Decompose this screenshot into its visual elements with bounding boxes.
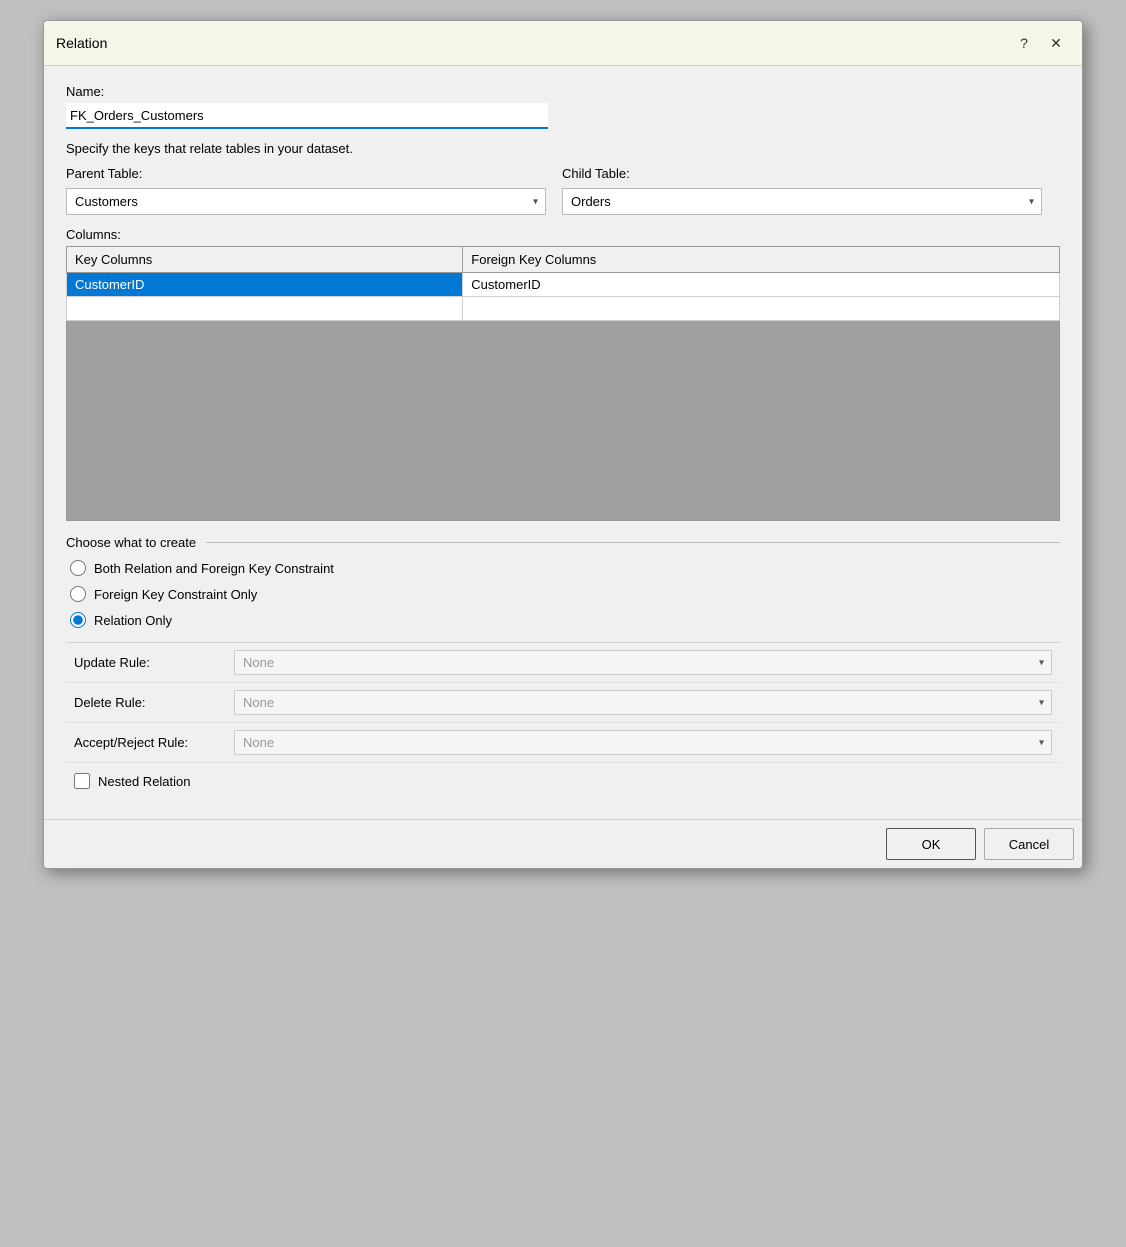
button-row: OK Cancel xyxy=(44,819,1082,868)
child-table-select[interactable]: Orders xyxy=(562,188,1042,215)
radio-fk-only[interactable]: Foreign Key Constraint Only xyxy=(70,586,1060,602)
title-bar: Relation ? ✕ xyxy=(44,21,1082,66)
key-column-cell: CustomerID xyxy=(67,273,463,297)
fk-column-cell: CustomerID xyxy=(463,273,1060,297)
col-header-fk: Foreign Key Columns xyxy=(463,247,1060,273)
columns-table: Key Columns Foreign Key Columns Customer… xyxy=(66,246,1060,321)
subtitle-text: Specify the keys that relate tables in y… xyxy=(66,141,1060,156)
columns-gray-area xyxy=(66,321,1060,521)
delete-rule-row: Delete Rule: None ▾ xyxy=(66,683,1060,723)
nested-relation-row: Nested Relation xyxy=(66,763,1060,803)
radio-relation-only-label: Relation Only xyxy=(94,613,172,628)
accept-reject-rule-select-wrapper: None ▾ xyxy=(234,730,1052,755)
close-button[interactable]: ✕ xyxy=(1042,29,1070,57)
accept-reject-rule-label: Accept/Reject Rule: xyxy=(74,735,234,750)
divider-line xyxy=(206,542,1060,543)
columns-area: Key Columns Foreign Key Columns Customer… xyxy=(66,246,1060,521)
dialog-content: Name: Specify the keys that relate table… xyxy=(44,66,1082,819)
title-bar-right: ? ✕ xyxy=(1010,29,1070,57)
accept-reject-rule-select[interactable]: None xyxy=(234,730,1052,755)
col-header-key: Key Columns xyxy=(67,247,463,273)
child-table-label: Child Table: xyxy=(562,166,1042,181)
table-row[interactable] xyxy=(67,297,1060,321)
child-table-select-wrapper: Orders ▾ xyxy=(562,188,1042,215)
radio-relation-only-input[interactable] xyxy=(70,612,86,628)
help-button[interactable]: ? xyxy=(1010,29,1038,57)
parent-table-group: Parent Table: Customers ▾ xyxy=(66,166,546,215)
parent-table-select[interactable]: Customers xyxy=(66,188,546,215)
radio-both[interactable]: Both Relation and Foreign Key Constraint xyxy=(70,560,1060,576)
update-rule-row: Update Rule: None ▾ xyxy=(66,643,1060,683)
create-section-divider: Choose what to create xyxy=(66,535,1060,550)
delete-rule-select[interactable]: None xyxy=(234,690,1052,715)
accept-reject-rule-row: Accept/Reject Rule: None ▾ xyxy=(66,723,1060,763)
radio-group: Both Relation and Foreign Key Constraint… xyxy=(66,560,1060,628)
child-table-group: Child Table: Orders ▾ xyxy=(562,166,1042,215)
dialog-title: Relation xyxy=(56,35,107,51)
key-column-cell-empty xyxy=(67,297,463,321)
update-rule-select[interactable]: None xyxy=(234,650,1052,675)
parent-table-label: Parent Table: xyxy=(66,166,546,181)
delete-rule-label: Delete Rule: xyxy=(74,695,234,710)
title-bar-left: Relation xyxy=(56,35,107,51)
update-rule-label: Update Rule: xyxy=(74,655,234,670)
fk-column-cell-empty xyxy=(463,297,1060,321)
update-rule-select-wrapper: None ▾ xyxy=(234,650,1052,675)
tables-row: Parent Table: Customers ▾ Child Table: O… xyxy=(66,166,1060,215)
columns-label: Columns: xyxy=(66,227,1060,242)
radio-relation-only[interactable]: Relation Only xyxy=(70,612,1060,628)
nested-relation-label[interactable]: Nested Relation xyxy=(98,774,191,789)
radio-both-input[interactable] xyxy=(70,560,86,576)
create-section-label: Choose what to create xyxy=(66,535,196,550)
delete-rule-select-wrapper: None ▾ xyxy=(234,690,1052,715)
table-row[interactable]: CustomerID CustomerID xyxy=(67,273,1060,297)
name-input[interactable] xyxy=(66,103,548,129)
radio-fk-only-input[interactable] xyxy=(70,586,86,602)
relation-dialog: Relation ? ✕ Name: Specify the keys that… xyxy=(43,20,1083,869)
parent-table-select-wrapper: Customers ▾ xyxy=(66,188,546,215)
radio-fk-only-label: Foreign Key Constraint Only xyxy=(94,587,257,602)
nested-relation-checkbox[interactable] xyxy=(74,773,90,789)
ok-button[interactable]: OK xyxy=(886,828,976,860)
name-label: Name: xyxy=(66,84,1060,99)
rule-rows: Update Rule: None ▾ Delete Rule: None ▾ xyxy=(66,642,1060,763)
radio-both-label: Both Relation and Foreign Key Constraint xyxy=(94,561,334,576)
cancel-button[interactable]: Cancel xyxy=(984,828,1074,860)
